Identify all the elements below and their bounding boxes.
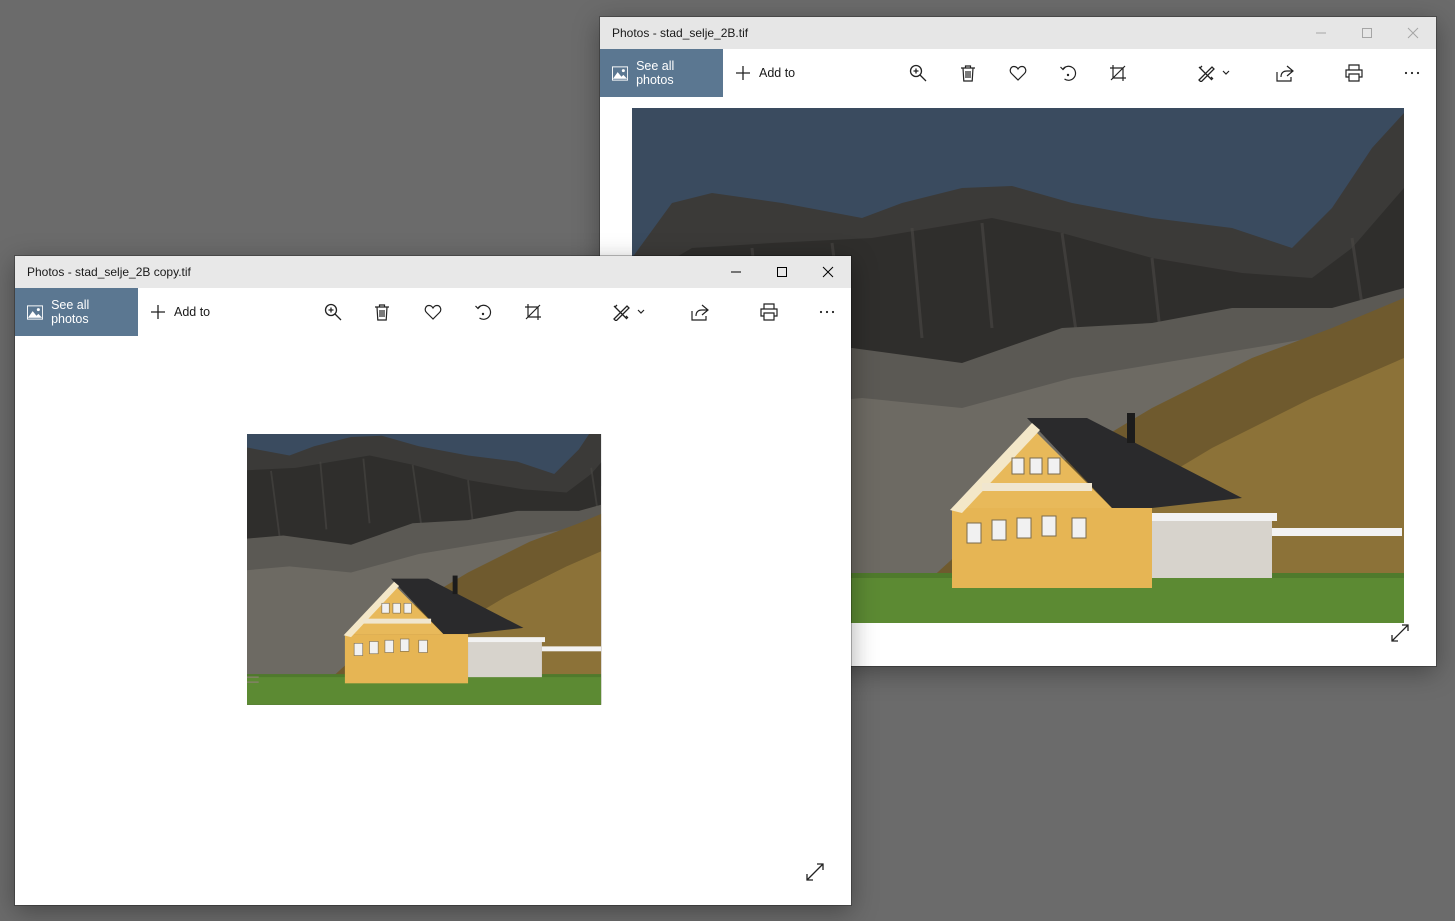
titlebar[interactable]: Photos - stad_selje_2B.tif	[600, 17, 1436, 49]
edit-create-button[interactable]	[1190, 49, 1240, 97]
see-all-photos-label: See all photos	[51, 298, 90, 326]
share-button[interactable]	[680, 288, 720, 336]
crop-icon	[1110, 65, 1126, 81]
heart-icon	[1009, 65, 1027, 81]
zoom-in-icon	[909, 64, 927, 82]
more-icon	[1404, 71, 1420, 75]
rotate-icon	[1060, 65, 1077, 81]
crop-icon	[525, 304, 541, 320]
toolbar: See all photos Add to	[600, 49, 1436, 97]
plus-icon	[736, 66, 750, 80]
close-button[interactable]	[1390, 17, 1436, 49]
delete-button[interactable]	[362, 288, 402, 336]
see-all-photos-button[interactable]: See all photos	[600, 49, 723, 97]
expand-icon	[806, 863, 824, 881]
delete-icon	[375, 304, 389, 321]
more-button[interactable]	[807, 288, 847, 336]
add-to-label: Add to	[759, 66, 796, 80]
see-all-photos-label: See all photos	[636, 59, 675, 87]
expand-icon	[1391, 624, 1409, 642]
add-to-label: Add to	[174, 305, 211, 319]
toolbar: See all photos Add to	[15, 288, 851, 336]
photo-icon	[612, 65, 629, 81]
add-to-button[interactable]: Add to	[138, 288, 222, 336]
more-button[interactable]	[1392, 49, 1432, 97]
print-icon	[1345, 64, 1363, 82]
zoom-button[interactable]	[313, 288, 353, 336]
minimize-button[interactable]	[713, 256, 759, 288]
share-icon	[1276, 65, 1294, 82]
maximize-icon	[1362, 28, 1372, 38]
favorite-button[interactable]	[413, 288, 453, 336]
photo-display	[247, 434, 678, 751]
delete-button[interactable]	[948, 49, 988, 97]
share-button[interactable]	[1265, 49, 1305, 97]
full-screen-button[interactable]	[1384, 617, 1416, 649]
plus-icon	[151, 305, 165, 319]
window-title: Photos - stad_selje_2B.tif	[612, 26, 749, 40]
crop-button[interactable]	[513, 288, 553, 336]
close-icon	[1407, 27, 1419, 39]
landscape-photo	[247, 434, 678, 751]
rotate-button[interactable]	[1048, 49, 1088, 97]
print-button[interactable]	[749, 288, 789, 336]
favorite-button[interactable]	[998, 49, 1038, 97]
edit-create-button[interactable]	[605, 288, 655, 336]
rotate-icon	[475, 304, 492, 320]
print-button[interactable]	[1334, 49, 1374, 97]
window-title: Photos - stad_selje_2B copy.tif	[27, 265, 191, 279]
delete-icon	[961, 65, 975, 82]
edit-create-icon	[613, 304, 645, 321]
share-icon	[691, 304, 709, 321]
add-to-button[interactable]: Add to	[723, 49, 807, 97]
titlebar[interactable]: Photos - stad_selje_2B copy.tif	[15, 256, 851, 288]
minimize-icon	[731, 271, 741, 273]
crop-button[interactable]	[1098, 49, 1138, 97]
print-icon	[760, 303, 778, 321]
minimize-icon	[1316, 32, 1326, 34]
photos-window-front[interactable]: Photos - stad_selje_2B copy.tif See all …	[15, 256, 851, 905]
edit-create-icon	[1198, 65, 1230, 82]
more-icon	[819, 310, 835, 314]
full-screen-button[interactable]	[799, 856, 831, 888]
maximize-button[interactable]	[759, 256, 805, 288]
maximize-button[interactable]	[1344, 17, 1390, 49]
zoom-button[interactable]	[898, 49, 938, 97]
maximize-icon	[777, 267, 787, 277]
close-button[interactable]	[805, 256, 851, 288]
zoom-in-icon	[324, 303, 342, 321]
see-all-photos-button[interactable]: See all photos	[15, 288, 138, 336]
heart-icon	[424, 304, 442, 320]
close-icon	[822, 266, 834, 278]
photo-icon	[27, 304, 44, 320]
minimize-button[interactable]	[1298, 17, 1344, 49]
rotate-button[interactable]	[463, 288, 503, 336]
